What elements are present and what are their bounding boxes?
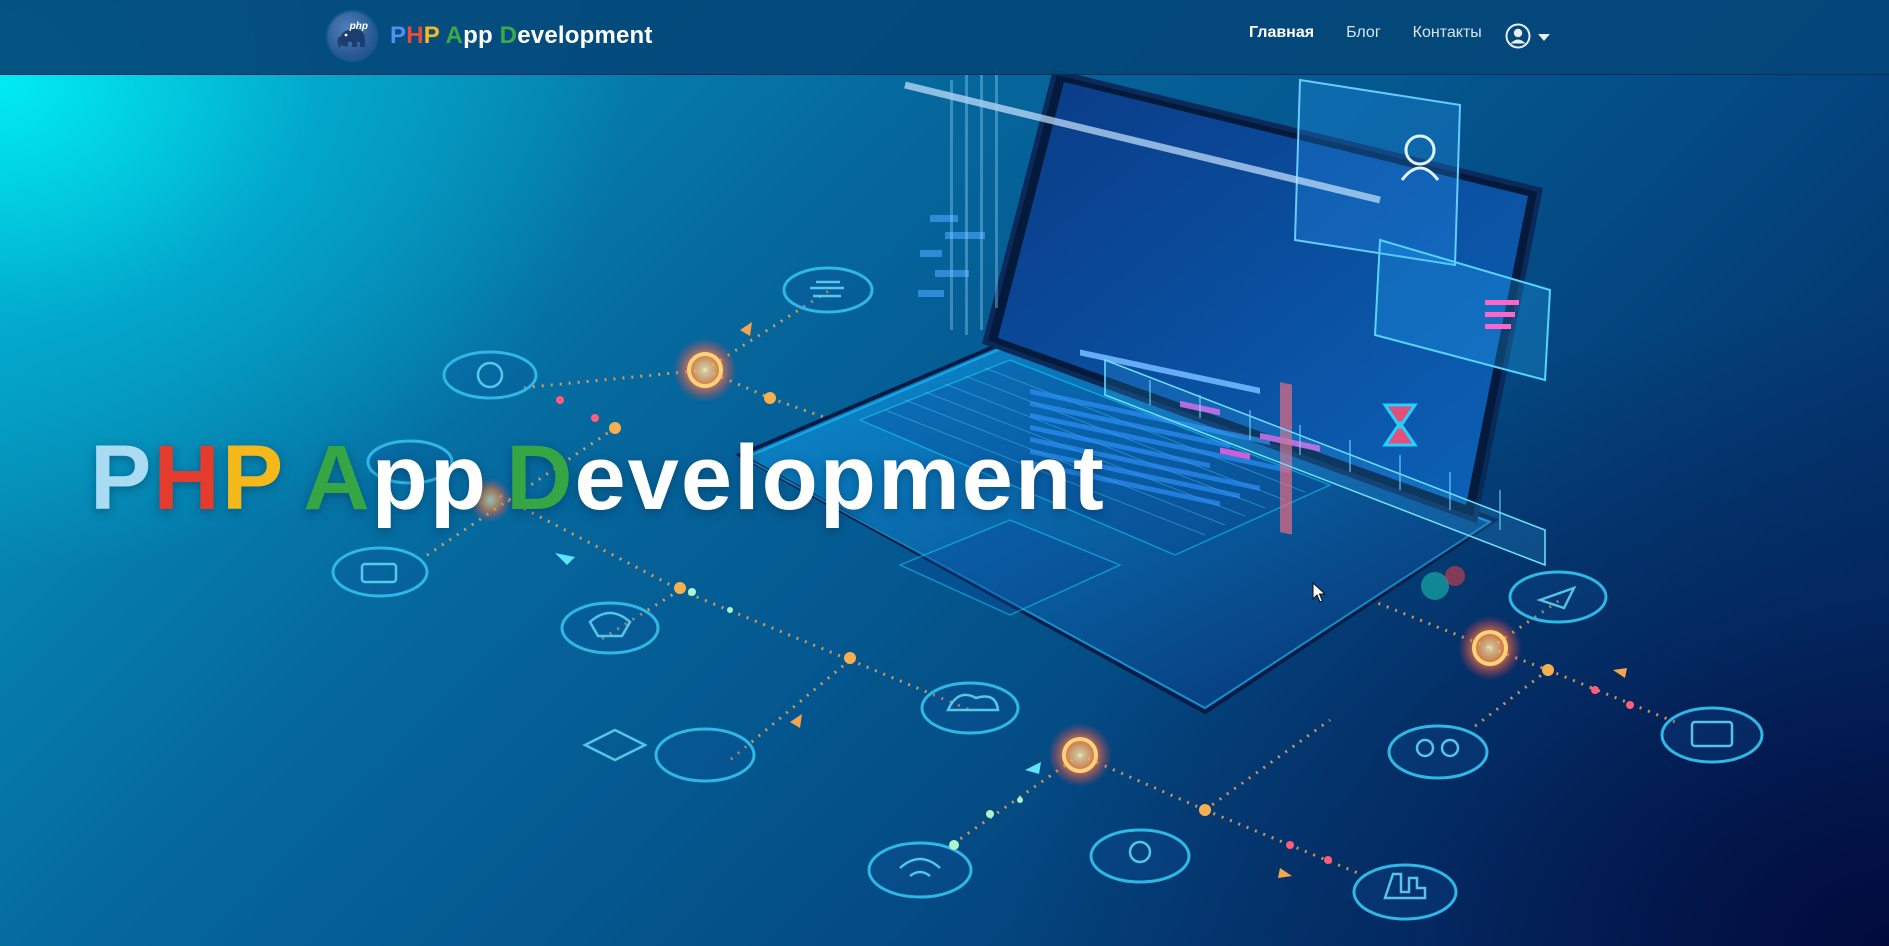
- brand-word: evelopment: [517, 22, 653, 49]
- headline-word: evelopment: [574, 427, 1106, 529]
- main-nav: Главная Блог Контакты: [1249, 24, 1514, 42]
- brand-title: PHP App Development: [390, 22, 653, 50]
- brand-letter: H: [406, 22, 424, 49]
- brand-letter: A: [445, 22, 464, 49]
- mouse-cursor-icon: [1312, 582, 1326, 603]
- brand-letter: P: [423, 22, 440, 49]
- user-menu-toggle[interactable]: [1505, 23, 1550, 49]
- php-badge-text: php: [349, 21, 368, 32]
- headline-word: pp: [371, 427, 489, 529]
- php-elephant-logo: php: [328, 12, 376, 60]
- top-navbar: php PHP App Development Главная Блог Кон…: [0, 0, 1889, 75]
- brand-link[interactable]: php PHP App Development: [328, 12, 653, 60]
- brand-letter: P: [390, 22, 407, 49]
- headline-letter: P: [221, 427, 286, 529]
- nav-link-blog[interactable]: Блог: [1346, 24, 1381, 42]
- user-circle-icon: [1505, 23, 1531, 49]
- headline-letter: P: [90, 427, 154, 529]
- headline-letter: H: [153, 427, 222, 529]
- brand-word: pp: [463, 22, 500, 49]
- nav-link-contacts[interactable]: Контакты: [1413, 24, 1482, 42]
- headline-letter: D: [506, 427, 575, 529]
- caret-down-icon: [1538, 33, 1550, 41]
- brand-letter: D: [499, 22, 518, 49]
- headline-letter: A: [303, 427, 372, 529]
- hero-headline: PHP App Development: [90, 432, 1106, 524]
- nav-link-home[interactable]: Главная: [1249, 24, 1314, 42]
